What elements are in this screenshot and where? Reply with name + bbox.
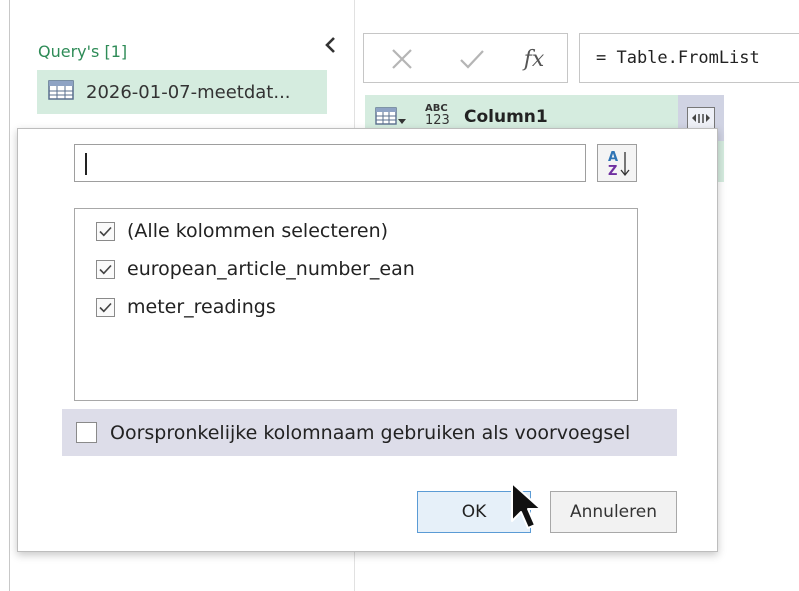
list-item-european-article-number-ean[interactable]: european_article_number_ean — [96, 258, 415, 280]
sort-ascending-icon: A Z — [608, 150, 630, 179]
type-icon-bottom: 123 — [425, 113, 450, 128]
text-caret — [85, 153, 87, 175]
search-input[interactable] — [74, 144, 586, 182]
sort-az-button[interactable]: A Z — [597, 144, 637, 182]
confirm-formula-button[interactable] — [452, 42, 492, 76]
any-type-icon[interactable]: ABC 123 — [425, 103, 450, 127]
expand-icon — [687, 107, 715, 129]
checkbox-use-prefix[interactable] — [76, 422, 97, 443]
svg-text:Z: Z — [608, 164, 617, 179]
formula-input[interactable]: = Table.FromList — [579, 33, 799, 83]
pane-divider — [9, 0, 10, 591]
table-icon — [48, 80, 74, 104]
collapse-queries-button[interactable] — [318, 34, 342, 62]
insert-function-button[interactable]: fx — [514, 42, 554, 76]
queries-header: Query's [1] — [38, 42, 128, 61]
cancel-button[interactable]: Annuleren — [550, 491, 677, 533]
column-name: Column1 — [464, 107, 548, 127]
checkmark-icon — [460, 50, 484, 69]
checkbox-european-article-number-ean[interactable] — [96, 259, 115, 279]
column-list: (Alle kolommen selecteren) european_arti… — [74, 208, 638, 401]
use-prefix-option[interactable]: Oorspronkelijke kolomnaam gebruiken als … — [62, 409, 677, 456]
close-icon — [392, 49, 412, 69]
formula-buttons: fx — [363, 33, 568, 83]
checkbox-select-all[interactable] — [96, 221, 115, 241]
list-item-select-all[interactable]: (Alle kolommen selecteren) — [96, 220, 388, 242]
list-item-label: meter_readings — [127, 296, 276, 318]
svg-text:A: A — [608, 150, 618, 165]
list-item-label: european_article_number_ean — [127, 258, 415, 280]
table-icon — [375, 107, 397, 125]
chevron-left-icon — [325, 37, 335, 53]
expand-column-popup: A Z (Alle kolommen selecteren) european_… — [17, 128, 718, 552]
use-prefix-label: Oorspronkelijke kolomnaam gebruiken als … — [110, 421, 631, 444]
checkmark-icon — [99, 226, 112, 236]
table-menu-button[interactable] — [375, 107, 406, 125]
list-item-label: (Alle kolommen selecteren) — [127, 220, 389, 242]
list-item-meter-readings[interactable]: meter_readings — [96, 296, 276, 318]
mouse-pointer-icon — [510, 481, 546, 535]
query-item[interactable]: 2026-01-07-meetdat... — [37, 70, 327, 114]
chevron-down-icon — [398, 119, 406, 124]
checkmark-icon — [99, 302, 112, 312]
checkmark-icon — [99, 264, 112, 274]
checkbox-meter-readings[interactable] — [96, 297, 115, 317]
cancel-formula-button[interactable] — [382, 42, 422, 76]
query-item-label: 2026-01-07-meetdat... — [86, 81, 291, 103]
